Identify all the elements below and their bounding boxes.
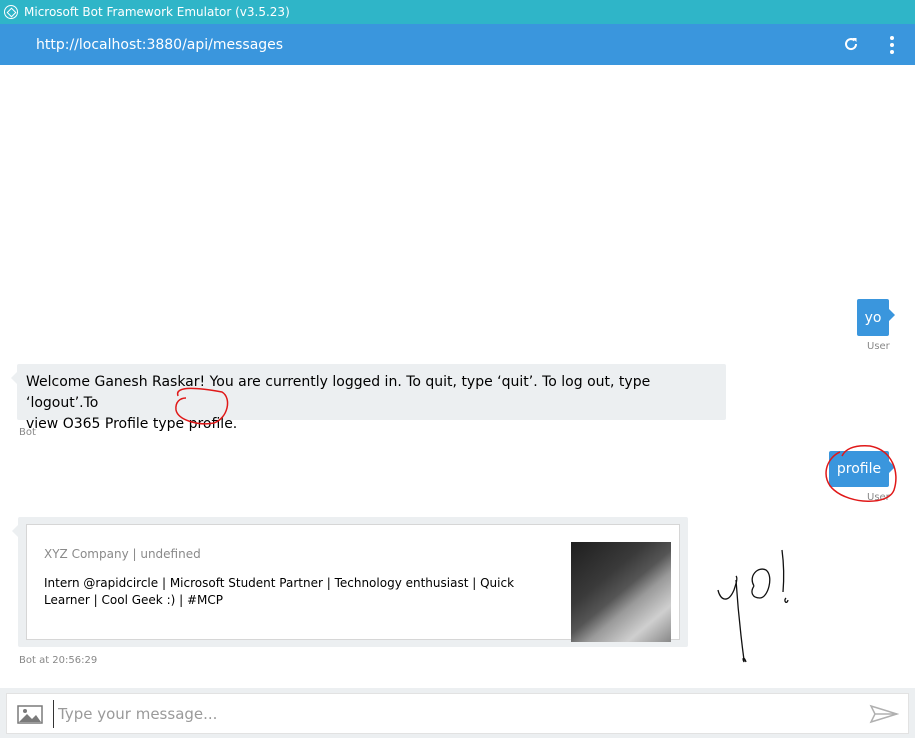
user-message-meta: User (867, 492, 890, 503)
kebab-menu-icon[interactable] (888, 35, 896, 55)
user-message-text: profile (836, 461, 882, 477)
user-message-text: yo (864, 309, 882, 326)
bot-message-bubble[interactable]: Welcome Ganesh Raskar! You are currently… (11, 364, 726, 432)
emulator-logo-icon (4, 5, 18, 19)
card-thumbnail-image[interactable] (571, 542, 671, 642)
user-message-bubble[interactable]: yo (857, 299, 895, 336)
bot-message-meta: Bot (19, 427, 36, 438)
address-bar: http://localhost:3880/api/messages (0, 24, 915, 65)
chat-history[interactable]: yo User Welcome Ganesh Raskar! You are c… (0, 65, 915, 688)
send-icon[interactable] (869, 704, 899, 724)
window-title: Microsoft Bot Framework Emulator (v3.5.2… (24, 5, 290, 19)
endpoint-url[interactable]: http://localhost:3880/api/messages (36, 37, 283, 53)
message-composer (0, 688, 915, 738)
user-message-bubble[interactable]: profile (829, 451, 895, 487)
composer-box (6, 693, 909, 734)
message-input[interactable] (53, 700, 853, 728)
bot-message-line-2: view O365 Profile type profile. (26, 416, 238, 432)
card-subtitle: XYZ Company | undefined (44, 547, 201, 561)
refresh-icon[interactable] (843, 36, 859, 52)
thumbnail-card[interactable]: XYZ Company | undefined Intern @rapidcir… (26, 524, 680, 642)
card-text: Intern @rapidcircle | Microsoft Student … (44, 576, 515, 607)
window-titlebar: Microsoft Bot Framework Emulator (v3.5.2… (0, 0, 915, 24)
bot-card-meta: Bot at 20:56:29 (19, 655, 98, 666)
user-message-meta: User (867, 341, 890, 352)
bot-card-message[interactable]: XYZ Company | undefined Intern @rapidcir… (12, 517, 688, 647)
image-icon[interactable] (17, 705, 43, 724)
bot-message-line-1: Welcome Ganesh Raskar! You are currently… (26, 374, 651, 411)
